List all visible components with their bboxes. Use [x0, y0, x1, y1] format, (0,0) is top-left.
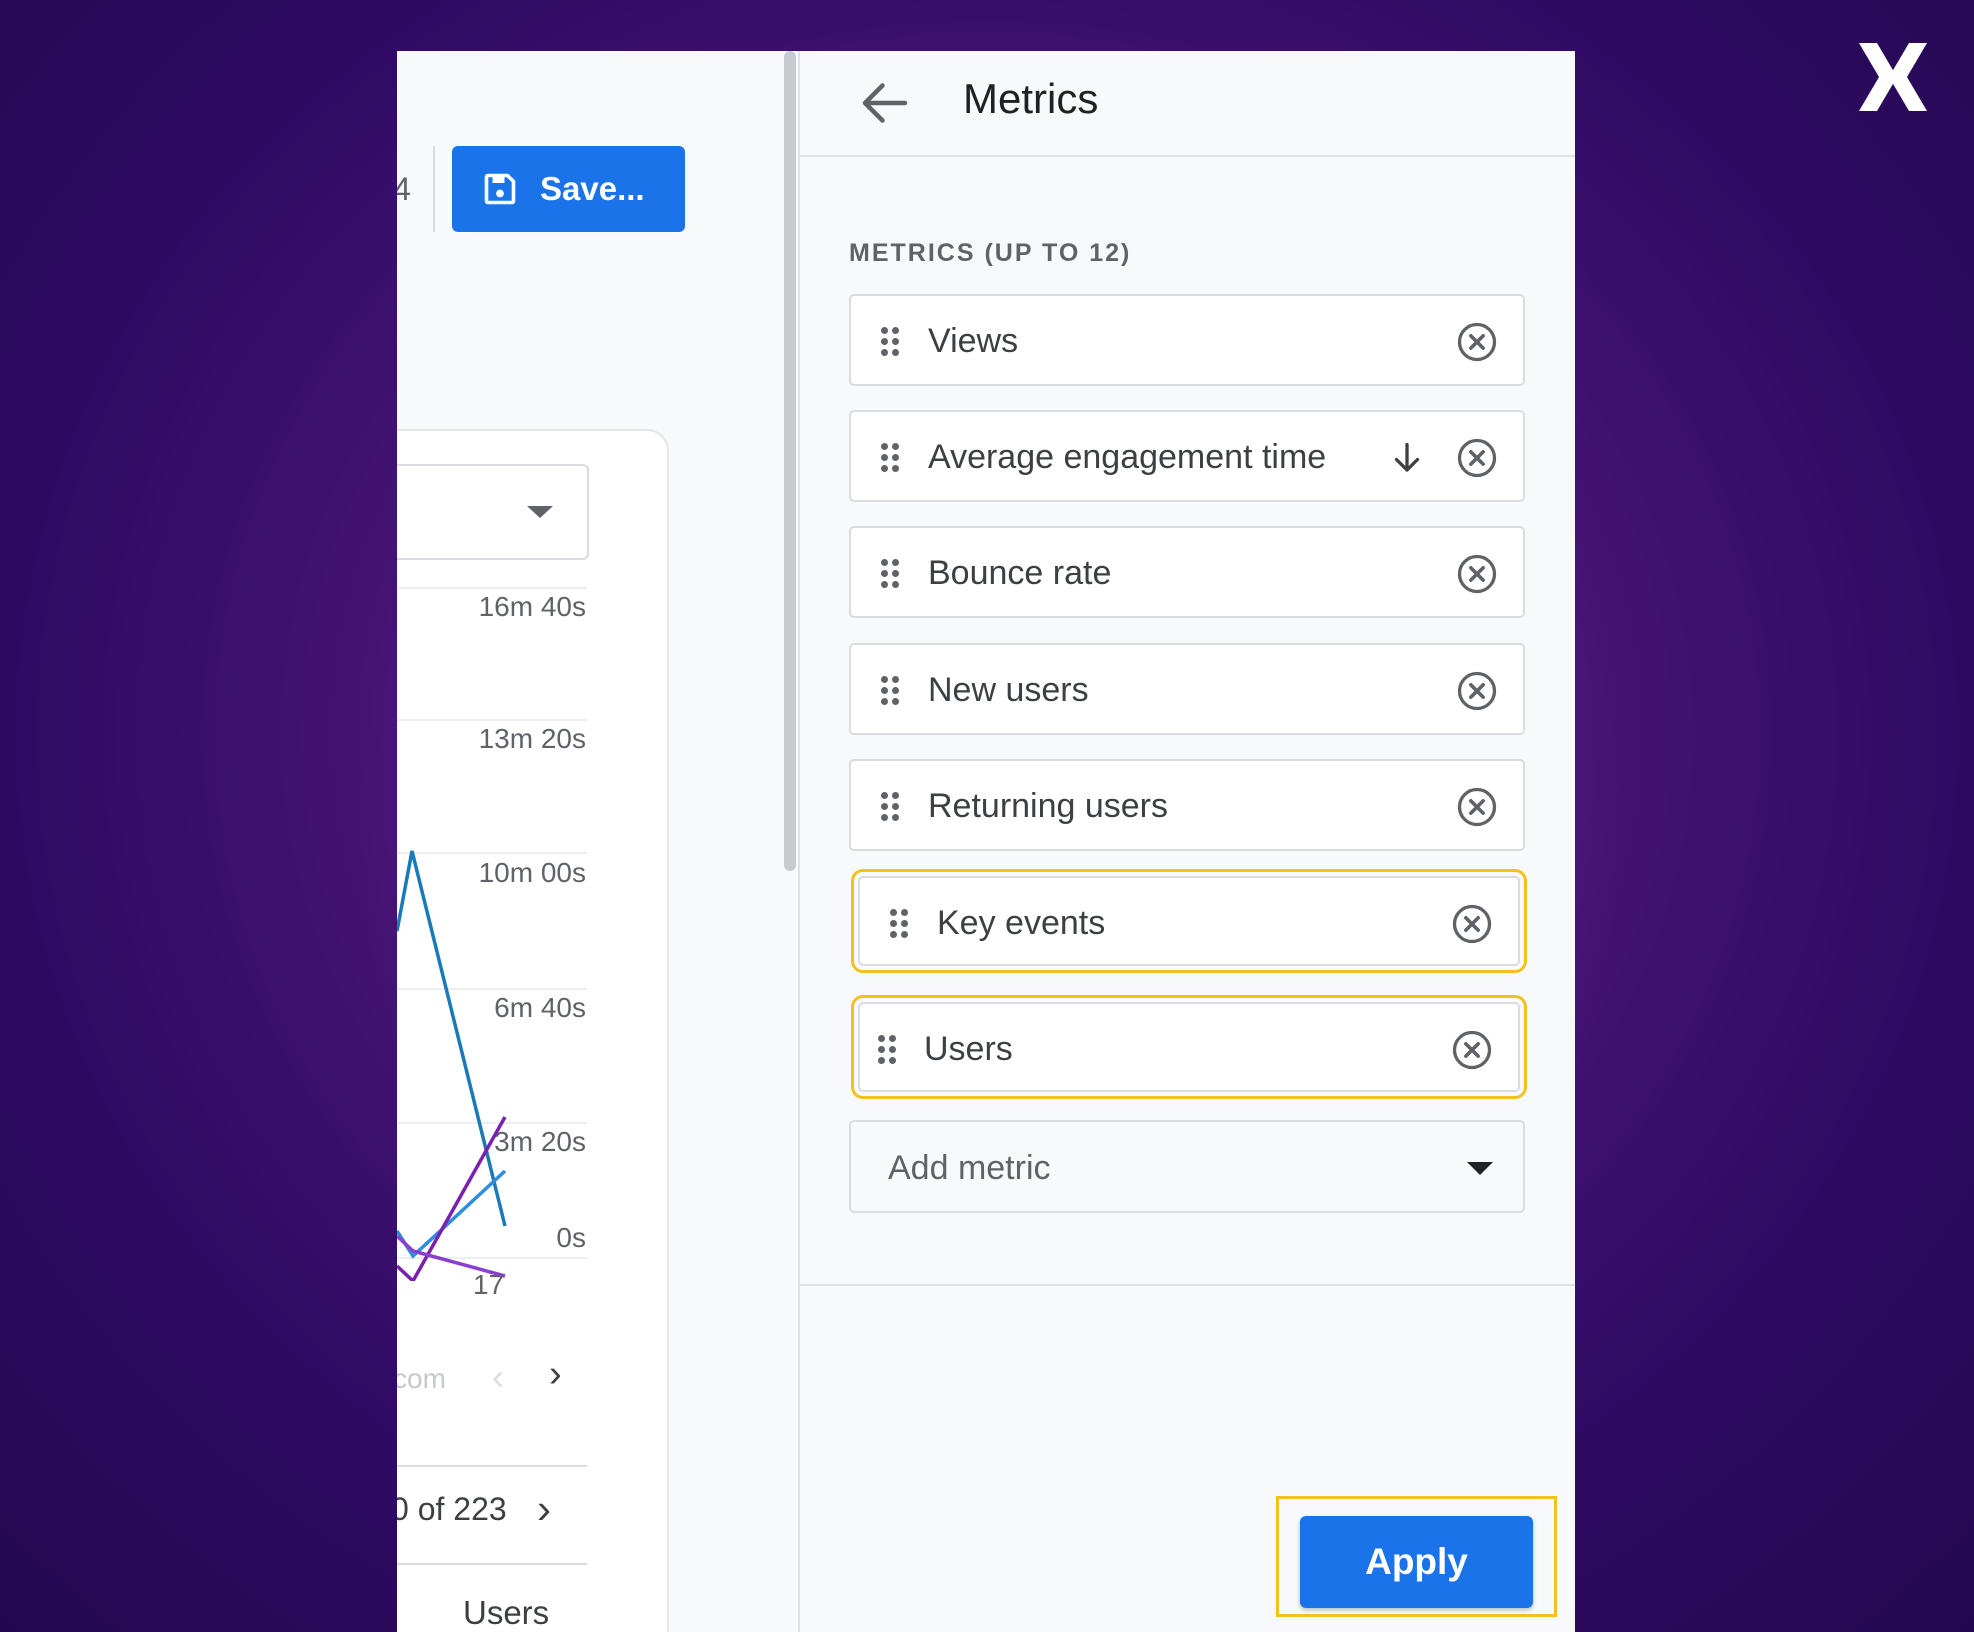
metric-label: New users [928, 671, 1089, 709]
series-line [397, 850, 507, 1227]
table-divider [397, 1563, 587, 1565]
remove-circle-icon[interactable] [1456, 553, 1498, 595]
chevron-down-icon [1467, 1162, 1493, 1175]
metric-chip-users[interactable]: Users [851, 995, 1527, 1099]
apply-button[interactable]: Apply [1300, 1516, 1533, 1608]
metric-label: Key events [937, 904, 1106, 942]
metric-label: Users [924, 1030, 1013, 1068]
sort-descending-arrow-icon[interactable] [1389, 440, 1425, 476]
scrollbar[interactable] [784, 51, 796, 871]
next-page-icon[interactable]: › [537, 1485, 551, 1533]
metric-chip-new-users[interactable]: New users [849, 643, 1525, 735]
metric-label: Average engagement time [928, 438, 1327, 476]
metric-label: Bounce rate [928, 554, 1112, 592]
chevron-left-icon[interactable]: ‹ [492, 1356, 504, 1398]
column-header-users[interactable]: Users [463, 1594, 549, 1632]
metric-chip-bounce-rate[interactable]: Bounce rate [849, 526, 1525, 618]
add-metric-placeholder: Add metric [888, 1149, 1051, 1187]
report-pane: 4 Save... 16m 40s 13m 20s 10m 00s 6m 40s… [397, 51, 782, 1632]
metrics-panel: Metrics METRICS (UP TO 12) Views Average… [800, 51, 1575, 1632]
remove-circle-icon[interactable] [1456, 670, 1498, 712]
section-label: METRICS (UP TO 12) [849, 239, 1132, 267]
back-arrow-icon[interactable] [855, 73, 915, 133]
app-screenshot: 4 Save... 16m 40s 13m 20s 10m 00s 6m 40s… [397, 51, 1575, 1632]
metric-label: Returning users [928, 787, 1169, 825]
metric-chip-returning-users[interactable]: Returning users [849, 759, 1525, 851]
metric-label: Views [928, 322, 1019, 360]
chevron-right-icon[interactable]: › [549, 1353, 562, 1396]
card-link-text: com [397, 1363, 446, 1394]
panel-title: Metrics [963, 75, 1099, 122]
remove-circle-icon[interactable] [1456, 321, 1498, 363]
remove-circle-icon[interactable] [1456, 786, 1498, 828]
metric-chip-key-events[interactable]: Key events [851, 869, 1527, 973]
panel-header: Metrics [800, 51, 1575, 157]
x-logo-icon [1859, 43, 1927, 111]
remove-circle-icon[interactable] [1451, 1029, 1493, 1071]
rows-count: 0 of 223 [397, 1491, 507, 1527]
remove-circle-icon[interactable] [1451, 903, 1493, 945]
metric-chip-average-engagement-time[interactable]: Average engagement time [849, 410, 1525, 502]
table-divider [397, 1465, 587, 1467]
panel-footer-divider [800, 1284, 1575, 1286]
add-metric-dropdown[interactable]: Add metric [849, 1120, 1525, 1213]
line-chart [397, 850, 507, 1281]
metric-chip-views[interactable]: Views [849, 294, 1525, 386]
remove-circle-icon[interactable] [1456, 437, 1498, 479]
x-tick-label: 17 [473, 1269, 505, 1300]
